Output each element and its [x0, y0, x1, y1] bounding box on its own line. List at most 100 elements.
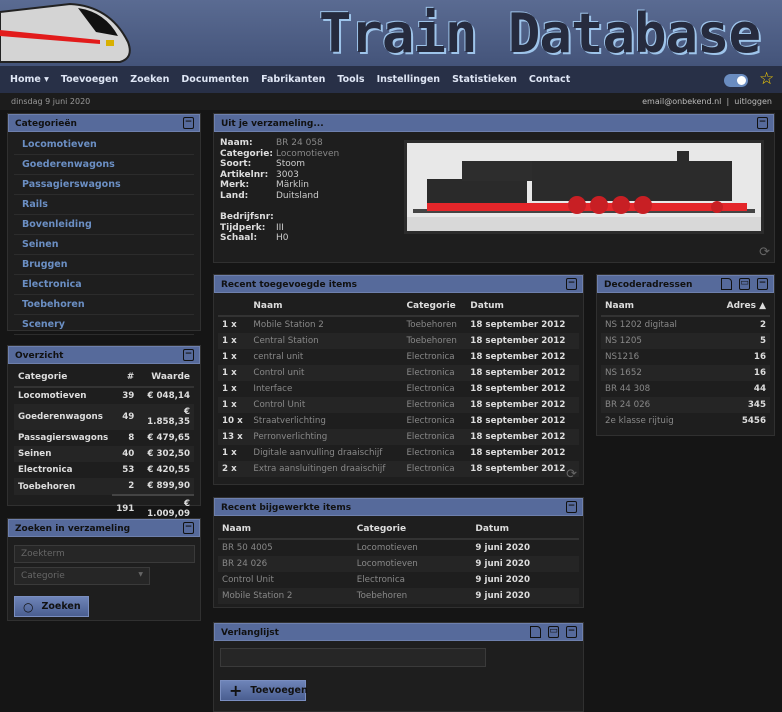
- theme-toggle[interactable]: [724, 74, 748, 87]
- table-row[interactable]: BR 24 026 345: [601, 397, 770, 413]
- category-link[interactable]: Seinen: [14, 235, 194, 255]
- collapse-icon[interactable]: −: [757, 278, 768, 290]
- print-icon[interactable]: ▭: [548, 626, 559, 638]
- nav-home[interactable]: Home ▾: [10, 74, 49, 85]
- nav-tools[interactable]: Tools: [337, 74, 364, 85]
- table-row[interactable]: BR 24 026 Locomotieven 9 juni 2020: [218, 556, 579, 572]
- table-cell: 18 september 2012: [466, 365, 579, 381]
- category-link[interactable]: Locomotieven: [14, 135, 194, 155]
- nav-statistieken[interactable]: Statistieken: [452, 74, 517, 85]
- column-header[interactable]: Waarde: [138, 368, 194, 388]
- collapse-icon[interactable]: −: [183, 349, 194, 361]
- panel-title: Decoderadressen: [604, 280, 693, 290]
- refresh-icon[interactable]: ⟳: [759, 245, 770, 260]
- table-row[interactable]: 1 x Mobile Station 2 Toebehoren 18 septembe…: [218, 316, 579, 333]
- table-cell: Toebehoren: [352, 588, 472, 604]
- table-row[interactable]: 1 x Central Station Toebehoren 18 september…: [218, 333, 579, 349]
- table-row[interactable]: 1 x Control Unit Electronica 18 september 2…: [218, 397, 579, 413]
- category-link[interactable]: Electronica: [14, 275, 194, 295]
- collapse-icon[interactable]: −: [566, 501, 577, 513]
- nav-toevoegen[interactable]: Toevoegen: [61, 74, 118, 85]
- column-header[interactable]: Categorie: [352, 520, 472, 540]
- table-row[interactable]: 1 x Interface Electronica 18 september 2012: [218, 381, 579, 397]
- table-cell: 44: [753, 384, 766, 394]
- add-wishlist-button[interactable]: + Toevoegen: [220, 680, 308, 701]
- table-cell: Electronica: [402, 429, 467, 445]
- column-header[interactable]: Datum: [471, 520, 579, 540]
- category-link[interactable]: Goederenwagons: [14, 155, 194, 175]
- document-icon[interactable]: [721, 278, 732, 290]
- table-cell: € 1.858,35: [138, 404, 194, 430]
- table-row[interactable]: Mobile Station 2 Toebehoren 9 juni 2020: [218, 588, 579, 604]
- category-select-value: Categorie: [21, 571, 65, 581]
- table-cell: Interface: [253, 384, 293, 394]
- table-row[interactable]: 1 x Digitale aanvulling draaischijf Electr…: [218, 445, 579, 461]
- table-cell: 49: [112, 404, 139, 430]
- table-row[interactable]: NS 1652 16: [601, 365, 770, 381]
- refresh-icon[interactable]: ⟳: [566, 467, 577, 482]
- category-link[interactable]: Bovenleiding: [14, 215, 194, 235]
- locomotive-photo[interactable]: [404, 140, 764, 234]
- column-header[interactable]: Adres ▲: [707, 297, 770, 317]
- column-header[interactable]: Categorie: [14, 368, 113, 388]
- print-icon[interactable]: ▭: [739, 278, 750, 290]
- category-link[interactable]: Passagierswagons: [14, 175, 194, 195]
- table-row[interactable]: Toebehoren 2 € 899,90: [14, 478, 194, 495]
- nav-instellingen[interactable]: Instellingen: [377, 74, 440, 85]
- collapse-icon[interactable]: −: [183, 117, 194, 129]
- table-cell: Locomotieven: [18, 391, 87, 401]
- table-row[interactable]: NS 1205 5: [601, 333, 770, 349]
- overview-panel: Overzicht − Categorie # Waarde Locomotieven 3…: [7, 345, 201, 522]
- table-row[interactable]: 1 x central unit Electronica 18 september 2…: [218, 349, 579, 365]
- category-link[interactable]: Bruggen: [14, 255, 194, 275]
- table-cell: 1 x: [222, 384, 237, 394]
- category-select[interactable]: Categorie ▼: [14, 567, 150, 585]
- table-row[interactable]: 1 x Control unit Electronica 18 september 2…: [218, 365, 579, 381]
- detail-row: Land: Duitsland: [220, 191, 339, 202]
- table-row[interactable]: Locomotieven 39 € 048,14: [14, 387, 194, 404]
- table-row[interactable]: 2e klasse rijtuig 5456: [601, 413, 770, 429]
- wishlist-input[interactable]: [220, 648, 486, 667]
- column-header[interactable]: Naam: [249, 297, 403, 317]
- collapse-icon[interactable]: −: [757, 117, 768, 129]
- search-input[interactable]: Zoekterm: [14, 545, 195, 563]
- nav-documenten[interactable]: Documenten: [181, 74, 249, 85]
- table-row[interactable]: NS 1202 digitaal 2: [601, 316, 770, 333]
- table-row[interactable]: Goederenwagons 49 € 1.858,35: [14, 404, 194, 430]
- category-link[interactable]: Scenery: [14, 315, 194, 335]
- table-row[interactable]: Seinen 40 € 302,50: [14, 446, 194, 462]
- table-cell: 1 x: [218, 365, 250, 381]
- table-row[interactable]: 10 x Straatverlichting Electronica 18 septe…: [218, 413, 579, 429]
- star-icon[interactable]: ☆: [759, 69, 774, 89]
- nav-fabrikanten[interactable]: Fabrikanten: [261, 74, 325, 85]
- table-row[interactable]: Control Unit Electronica 9 juni 2020: [218, 572, 579, 588]
- table-header-row: Naam Adres ▲: [601, 297, 770, 317]
- table-row[interactable]: Electronica 53 € 420,55: [14, 462, 194, 478]
- category-link[interactable]: Toebehoren: [14, 295, 194, 315]
- table-row[interactable]: 13 x Perronverlichting Electronica 18 septe…: [218, 429, 579, 445]
- table-cell: 18 september 2012: [470, 448, 566, 458]
- table-row[interactable]: Passagierswagons 8 € 479,65: [14, 430, 194, 446]
- column-header[interactable]: Naam: [218, 520, 353, 540]
- nav-zoeken[interactable]: Zoeken: [130, 74, 169, 85]
- column-header[interactable]: [218, 297, 250, 317]
- column-header[interactable]: Datum: [466, 297, 579, 317]
- column-header[interactable]: #: [112, 368, 139, 388]
- collapse-icon[interactable]: −: [566, 278, 577, 290]
- table-cell: 2: [759, 320, 766, 330]
- table-row[interactable]: 2 x Extra aansluitingen draaischijf Electr…: [218, 461, 579, 477]
- logout-link[interactable]: uitloggen: [734, 97, 772, 106]
- collapse-icon[interactable]: −: [566, 626, 577, 638]
- document-icon[interactable]: [530, 626, 541, 638]
- account-email[interactable]: email@onbekend.nl: [642, 97, 721, 106]
- nav-contact[interactable]: Contact: [529, 74, 570, 85]
- table-row[interactable]: BR 44 308 44: [601, 381, 770, 397]
- column-header[interactable]: Categorie: [402, 297, 467, 317]
- column-header[interactable]: Naam: [601, 297, 708, 317]
- collapse-icon[interactable]: −: [183, 522, 194, 534]
- table-row[interactable]: BR 50 4005 Locomotieven 9 juni 2020: [218, 539, 579, 556]
- search-button[interactable]: ○ Zoeken: [14, 596, 89, 617]
- table-row[interactable]: NS1216 16: [601, 349, 770, 365]
- category-link[interactable]: Rails: [14, 195, 194, 215]
- table-cell: 5: [707, 333, 770, 349]
